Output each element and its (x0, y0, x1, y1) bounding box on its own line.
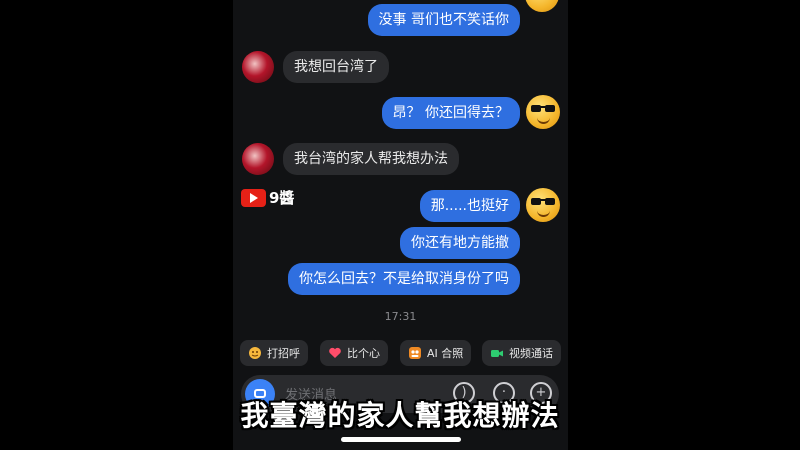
message-timestamp: 17:31 (384, 310, 417, 323)
message-bubble-outgoing[interactable]: 那.....也挺好 (419, 190, 520, 222)
quick-reply-heart-button[interactable]: 比个心 (320, 340, 388, 366)
contact-avatar[interactable] (242, 143, 274, 175)
quick-reply-label: 比个心 (347, 347, 380, 360)
heart-icon (329, 347, 341, 358)
sunglasses-emoji-avatar (525, 0, 559, 12)
ai-photo-icon (409, 347, 421, 359)
video-call-icon (491, 350, 503, 357)
contact-avatar[interactable] (242, 51, 274, 83)
message-bubble-outgoing[interactable]: 你怎么回去？不是给取消身份了吗 (288, 263, 520, 295)
sunglasses-emoji-avatar[interactable] (526, 95, 560, 129)
quick-reply-ai-photo-button[interactable]: AI 合照 (400, 340, 472, 366)
message-bubble-outgoing[interactable]: 没事 哥们也不笑话你 (367, 4, 520, 36)
home-indicator (341, 437, 461, 442)
chat-screen: 没事 哥们也不笑话你 我想回台湾了 昂？ 你还回得去？ 我台湾的家人帮我想办法 … (233, 0, 568, 450)
video-subtitle: 我臺灣的家人幫我想辦法 (240, 399, 560, 432)
message-bubble-outgoing[interactable]: 你还有地方能撤 (400, 227, 520, 259)
quick-reply-greet-button[interactable]: 打招呼 (240, 340, 308, 366)
sunglasses-icon (531, 105, 555, 112)
quick-reply-video-call-button[interactable]: 视频通话 (482, 340, 561, 366)
quick-reply-label: 打招呼 (267, 347, 300, 360)
message-bubble-outgoing[interactable]: 昂？ 你还回得去？ (381, 97, 520, 129)
youtube-logo-icon (241, 189, 266, 207)
watermark-label: 9醬 (269, 189, 295, 207)
message-bubble-incoming[interactable]: 我想回台湾了 (283, 51, 389, 83)
quick-reply-label: 视频通话 (509, 347, 553, 360)
sunglasses-icon (531, 198, 555, 205)
sunglasses-emoji-avatar[interactable] (526, 188, 560, 222)
smirk-mouth (537, 117, 550, 124)
message-bubble-incoming[interactable]: 我台湾的家人帮我想办法 (283, 143, 459, 175)
wave-emoji-icon (249, 347, 261, 359)
smirk-mouth (537, 210, 550, 217)
quick-reply-label: AI 合照 (427, 347, 464, 360)
